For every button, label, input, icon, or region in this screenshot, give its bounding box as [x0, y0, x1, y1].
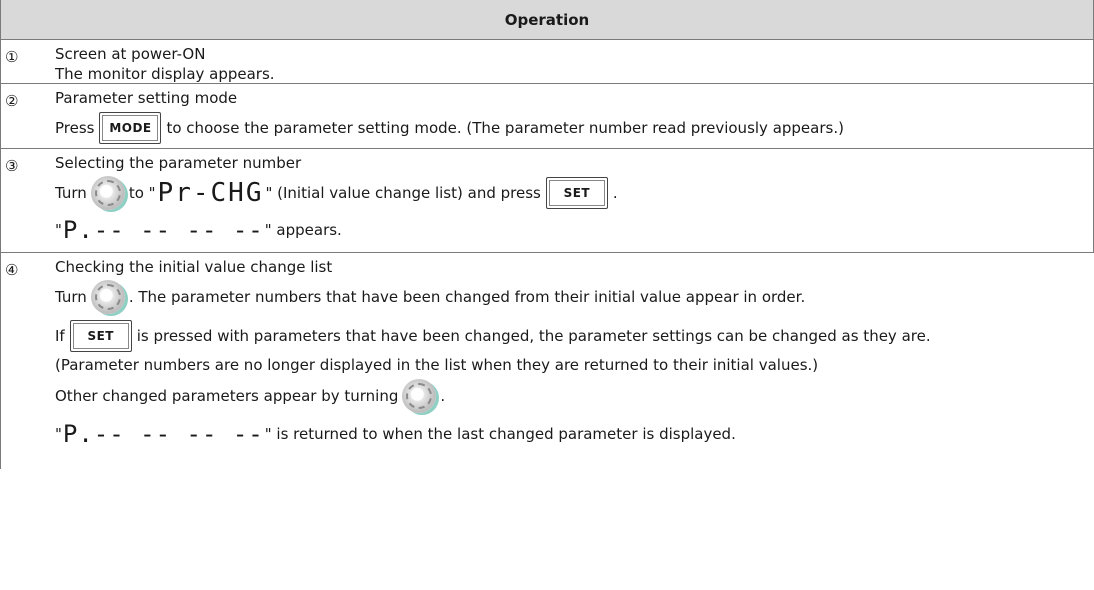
- step-instruction: Turn to " Pr-CHG " (Initial value change…: [55, 176, 618, 210]
- setting-dial-icon[interactable]: [90, 176, 125, 210]
- step-instruction: Press MODE to choose the parameter setti…: [55, 108, 1093, 148]
- operation-table: Operation ① Screen at power-ON The monit…: [0, 0, 1094, 590]
- set-button[interactable]: SET: [69, 320, 132, 352]
- step-number: ③: [5, 157, 19, 175]
- step-note: (Parameter numbers are no longer display…: [55, 356, 819, 374]
- step-number: ①: [5, 48, 19, 66]
- step-row-2: ② Parameter setting mode Press MODE to c…: [0, 84, 1094, 149]
- setting-dial-icon[interactable]: [90, 280, 125, 314]
- table-header: Operation: [0, 0, 1094, 40]
- step-description: The monitor display appears.: [55, 65, 275, 83]
- step-row-3: ③ Selecting the parameter number Turn to…: [0, 149, 1094, 253]
- set-button[interactable]: SET: [545, 177, 608, 209]
- setting-dial-icon[interactable]: [402, 379, 437, 413]
- step-title: Parameter setting mode: [55, 89, 238, 107]
- step-instruction: Other changed parameters appear by turni…: [55, 375, 1094, 417]
- step-instruction: Turn . The parameter numbers that have b…: [55, 277, 1094, 317]
- step-number: ④: [5, 261, 19, 279]
- header-title: Operation: [504, 10, 590, 29]
- step-number: ②: [5, 92, 19, 110]
- segment-display-prchg: Pr-CHG: [157, 178, 264, 208]
- step-title: Screen at power-ON: [55, 45, 206, 63]
- step-title: Selecting the parameter number: [55, 154, 302, 172]
- step-instruction: If SET is pressed with parameters that h…: [55, 317, 1094, 355]
- mode-button[interactable]: MODE: [99, 112, 162, 144]
- step-title: Checking the initial value change list: [55, 258, 333, 276]
- step-row-1: ① Screen at power-ON The monitor display…: [0, 40, 1094, 84]
- segment-display-p-dashes: P.-- -- -- --: [62, 216, 264, 244]
- step-result: " P.-- -- -- -- " appears.: [55, 216, 342, 244]
- step-result: " P.-- -- -- -- " is returned to when th…: [55, 420, 736, 448]
- step-row-4: ④ Checking the initial value change list…: [0, 253, 1094, 469]
- segment-display-p-dashes: P.-- -- -- --: [62, 420, 264, 448]
